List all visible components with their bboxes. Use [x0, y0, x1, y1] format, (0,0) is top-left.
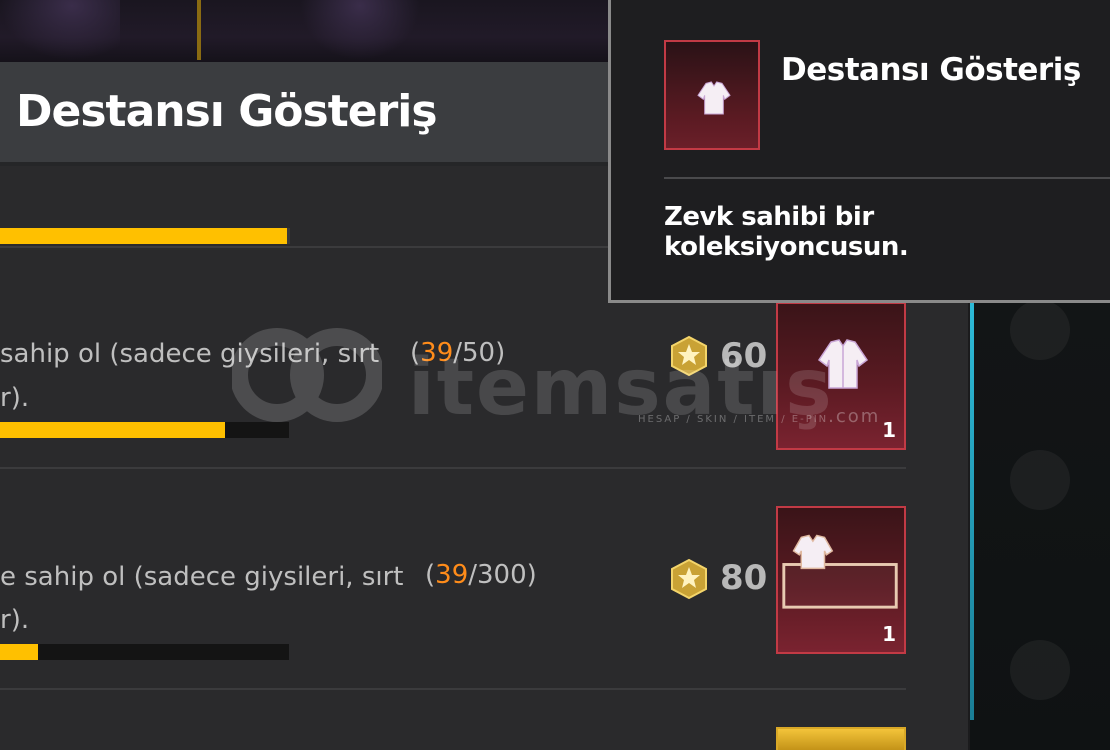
tooltip-description: Zevk sahibi bir koleksiyoncusun. — [664, 202, 909, 262]
task-reward-slot[interactable] — [776, 727, 906, 750]
background-ghost-icon — [1010, 640, 1070, 700]
task-description-line1: sahip ol (sadece giysileri, sırt — [0, 339, 380, 369]
watermark-suffix: .com — [828, 406, 881, 427]
count-current: 39 — [435, 560, 469, 590]
tooltip-item-icon-box — [664, 40, 760, 150]
top-gold-line — [197, 0, 201, 60]
task-reward-slot[interactable]: 1 — [776, 506, 906, 654]
summary-progress-bar — [0, 228, 290, 244]
task-description-line2: r). — [0, 605, 30, 635]
reward-quantity: 1 — [882, 418, 896, 442]
task-progress-count: (39/300) — [425, 560, 537, 590]
task-progress-fill — [0, 422, 226, 438]
panel-title: Destansı Gösteriş — [16, 86, 438, 137]
cyan-accent-line — [970, 300, 974, 720]
task-points: 80 — [720, 558, 768, 598]
reward-quantity: 1 — [882, 622, 896, 646]
task-description-line2: r). — [0, 383, 30, 413]
divider — [0, 467, 906, 469]
task-progress-fill — [0, 644, 38, 660]
divider — [0, 688, 906, 690]
background-ghost-icon — [1010, 450, 1070, 510]
task-progress-bar — [0, 422, 289, 438]
watermark-tagline-text: HESAP / SKIN / ITEM / E-PIN — [638, 414, 829, 425]
tooltip-title: Destansı Gösteriş — [781, 52, 1081, 88]
count-sep: / — [468, 560, 478, 590]
background-ghost-icon — [1010, 300, 1070, 360]
count-open: ( — [425, 560, 436, 590]
jacket-icon — [697, 81, 731, 115]
tooltip-divider — [664, 177, 1110, 179]
top-decoration — [300, 0, 420, 60]
count-total: 300) — [477, 560, 537, 590]
achievement-coin-icon — [671, 558, 707, 600]
item-tooltip: Destansı Gösteriş Zevk sahibi bir koleks… — [608, 0, 1110, 303]
watermark-tagline: HESAP / SKIN / ITEM / E-PIN.com — [638, 406, 880, 427]
task-description-line1: e sahip ol (sadece giysileri, sırt — [0, 562, 404, 592]
task-progress-bar — [0, 644, 289, 660]
top-decoration — [0, 0, 120, 60]
